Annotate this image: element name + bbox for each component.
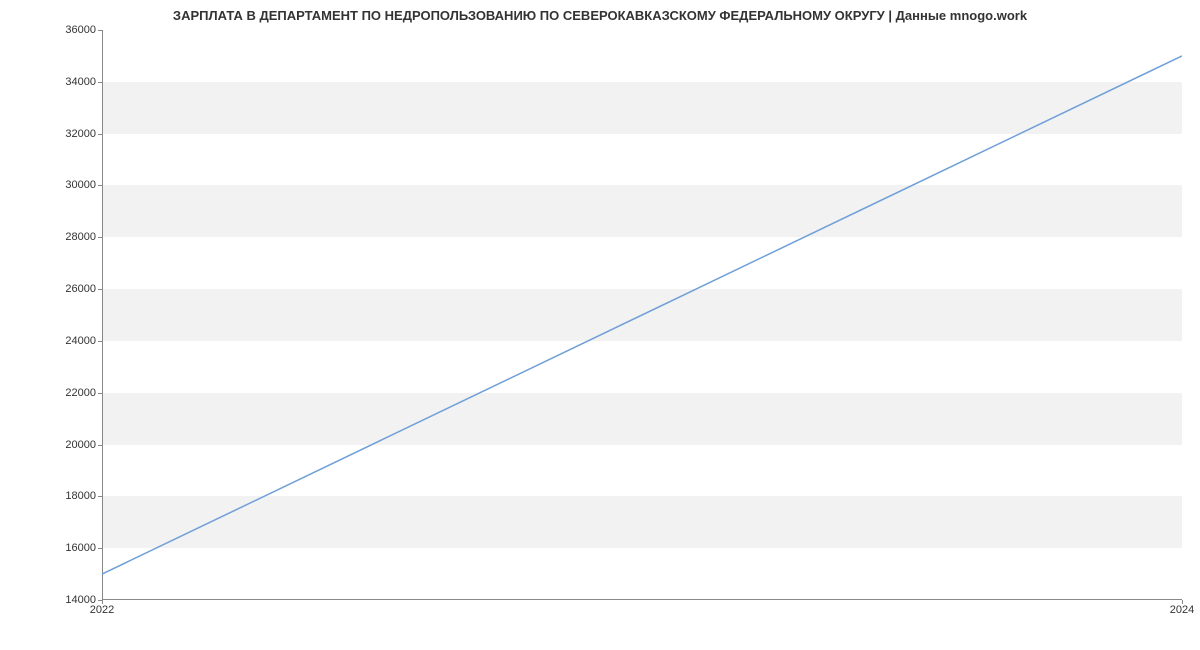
data-series-line: [102, 56, 1182, 574]
y-tick-mark: [98, 393, 102, 394]
y-tick-mark: [98, 445, 102, 446]
y-tick-mark: [98, 289, 102, 290]
y-tick-label: 16000: [65, 542, 96, 554]
y-tick-mark: [98, 496, 102, 497]
y-tick-label: 30000: [65, 179, 96, 191]
y-tick-label: 26000: [65, 283, 96, 295]
y-tick-mark: [98, 82, 102, 83]
y-tick-label: 18000: [65, 490, 96, 502]
chart-line: [102, 30, 1182, 600]
y-tick-mark: [98, 134, 102, 135]
x-tick-mark: [102, 600, 103, 604]
chart-title: ЗАРПЛАТА В ДЕПАРТАМЕНТ ПО НЕДРОПОЛЬЗОВАН…: [0, 8, 1200, 23]
y-tick-mark: [98, 185, 102, 186]
x-tick-mark: [1182, 600, 1183, 604]
y-tick-label: 36000: [65, 24, 96, 36]
y-tick-label: 32000: [65, 128, 96, 140]
y-tick-label: 22000: [65, 387, 96, 399]
y-tick-label: 24000: [65, 335, 96, 347]
chart-container: ЗАРПЛАТА В ДЕПАРТАМЕНТ ПО НЕДРОПОЛЬЗОВАН…: [0, 0, 1200, 650]
y-tick-mark: [98, 341, 102, 342]
y-tick-label: 34000: [65, 76, 96, 88]
y-tick-mark: [98, 30, 102, 31]
y-tick-mark: [98, 548, 102, 549]
y-tick-label: 20000: [65, 439, 96, 451]
x-tick-label: 2024: [1170, 604, 1194, 616]
y-tick-mark: [98, 237, 102, 238]
x-tick-label: 2022: [90, 604, 114, 616]
y-tick-label: 28000: [65, 231, 96, 243]
plot-area: [102, 30, 1182, 600]
